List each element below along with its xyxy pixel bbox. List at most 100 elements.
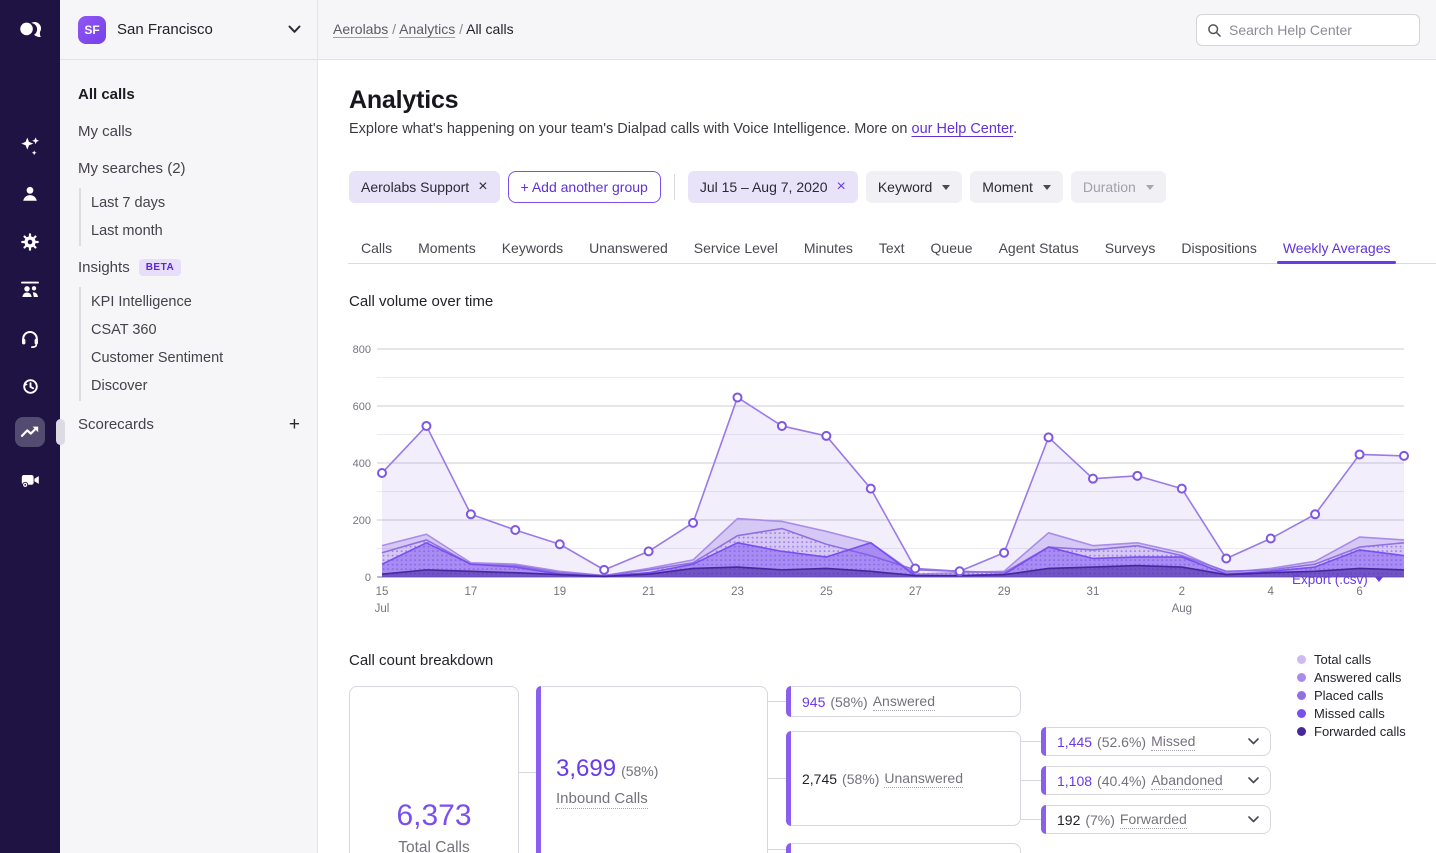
svg-text:4: 4: [1267, 586, 1274, 598]
call-volume-chart: 800600400200015Jul17192123252729312Aug46: [346, 338, 1412, 620]
caret-down-icon: [1146, 185, 1154, 190]
inbound-calls-card: 3,699(58%) Inbound Calls: [536, 686, 768, 853]
tab-unanswered[interactable]: Unanswered: [576, 235, 681, 263]
forwarded-card[interactable]: 192(7%)Forwarded: [1041, 805, 1271, 834]
topbar: Aerolabs / Analytics / All calls: [318, 0, 1436, 60]
tab-minutes[interactable]: Minutes: [791, 235, 866, 263]
svg-text:2: 2: [1179, 586, 1185, 598]
sidebar-item-discover[interactable]: Discover: [81, 372, 317, 400]
callbacks-card: 9(0.2%)Callbacks Requested: [786, 843, 1021, 853]
total-calls-value: 6,373: [350, 799, 518, 833]
missed-label[interactable]: Missed: [1151, 733, 1195, 751]
breadcrumb-link-aerolabs[interactable]: Aerolabs: [333, 21, 388, 37]
chevron-down-icon[interactable]: [1248, 816, 1259, 823]
sidebar-item-all-calls[interactable]: All calls: [60, 76, 317, 113]
breadcrumb-link-analytics[interactable]: Analytics: [399, 21, 455, 37]
ai-sparkles-icon[interactable]: [15, 131, 45, 161]
search-icon: [1207, 23, 1222, 38]
contacts-icon[interactable]: [15, 179, 45, 209]
analytics-trending-icon[interactable]: [15, 417, 45, 447]
date-range-chip[interactable]: Jul 15 – Aug 7, 2020 ×: [688, 171, 858, 203]
legend-dot-icon: [1297, 655, 1306, 664]
chevron-down-icon: [288, 25, 301, 34]
forwarded-label[interactable]: Forwarded: [1120, 811, 1187, 829]
missed-card[interactable]: 1,445(52.6%)Missed: [1041, 727, 1271, 756]
search-input[interactable]: [1229, 22, 1399, 38]
caret-down-icon: [942, 185, 950, 190]
support-headset-icon[interactable]: [15, 323, 45, 353]
chevron-down-icon[interactable]: [1248, 777, 1259, 784]
dialpad-logo-icon[interactable]: [17, 17, 43, 43]
legend-item-forwarded-calls: Forwarded calls: [1297, 722, 1406, 740]
sidebar-nav: All calls My calls My searches (2) Last …: [60, 60, 317, 443]
tab-moments[interactable]: Moments: [405, 235, 489, 263]
tab-queue[interactable]: Queue: [918, 235, 986, 263]
svg-text:Aug: Aug: [1172, 603, 1192, 615]
page-description: Explore what's happening on your team's …: [349, 121, 1017, 137]
svg-text:200: 200: [353, 515, 371, 527]
tab-surveys[interactable]: Surveys: [1092, 235, 1169, 263]
office-switcher[interactable]: SF San Francisco: [60, 0, 317, 60]
keyword-filter-dropdown[interactable]: Keyword: [866, 171, 962, 203]
sidebar-item-my-searches[interactable]: My searches (2): [60, 150, 317, 187]
settings-gear-icon[interactable]: [15, 227, 45, 257]
connector: [768, 778, 786, 779]
tab-dispositions[interactable]: Dispositions: [1168, 235, 1269, 263]
tab-service-level[interactable]: Service Level: [681, 235, 791, 263]
tab-text[interactable]: Text: [866, 235, 918, 263]
abandoned-card[interactable]: 1,108(40.4%)Abandoned: [1041, 766, 1271, 795]
answered-card: 945(58%)Answered: [786, 686, 1021, 717]
sidebar-item-last-month[interactable]: Last month: [81, 217, 317, 245]
team-icon[interactable]: [15, 275, 45, 305]
connector: [1021, 819, 1041, 820]
unanswered-label[interactable]: Unanswered: [884, 770, 963, 788]
sidebar-item-insights[interactable]: Insights BETA: [60, 249, 317, 286]
breadcrumb-current: All calls: [466, 21, 513, 37]
export-csv-link[interactable]: Export (.csv): [1292, 572, 1383, 587]
sidebar-item-kpi-intelligence[interactable]: KPI Intelligence: [81, 288, 317, 316]
help-search[interactable]: [1196, 14, 1420, 46]
svg-text:0: 0: [365, 572, 371, 584]
unanswered-card: 2,745(58%)Unanswered: [786, 731, 1021, 826]
office-avatar: SF: [78, 16, 106, 44]
tab-calls[interactable]: Calls: [348, 235, 405, 263]
inbound-calls-label[interactable]: Inbound Calls: [556, 790, 648, 809]
svg-text:800: 800: [353, 344, 371, 356]
svg-text:17: 17: [464, 586, 477, 598]
sidebar-item-last-7-days[interactable]: Last 7 days: [81, 189, 317, 217]
add-group-button[interactable]: + Add another group: [508, 171, 661, 203]
filter-bar: Aerolabs Support × + Add another group J…: [349, 171, 1166, 203]
sidebar-item-csat-360[interactable]: CSAT 360: [81, 316, 317, 344]
answered-label[interactable]: Answered: [873, 693, 935, 711]
legend-dot-icon: [1297, 709, 1306, 718]
inbound-calls-value: 3,699: [556, 755, 616, 782]
sidebar-item-customer-sentiment[interactable]: Customer Sentiment: [81, 344, 317, 372]
sidebar-item-scorecards[interactable]: Scorecards +: [60, 406, 317, 443]
remove-group-icon[interactable]: ×: [478, 179, 487, 195]
sidebar-item-my-calls[interactable]: My calls: [60, 113, 317, 150]
abandoned-label[interactable]: Abandoned: [1151, 772, 1223, 790]
total-calls-label[interactable]: Total Calls: [398, 839, 470, 853]
history-icon[interactable]: [15, 371, 45, 401]
connector: [519, 772, 536, 773]
duration-filter-dropdown[interactable]: Duration: [1071, 171, 1166, 203]
svg-text:29: 29: [998, 586, 1011, 598]
moment-filter-dropdown[interactable]: Moment: [970, 171, 1063, 203]
chevron-down-icon[interactable]: [1248, 738, 1259, 745]
tab-keywords[interactable]: Keywords: [489, 235, 576, 263]
active-rail-notch: [56, 419, 65, 445]
svg-text:15: 15: [376, 586, 389, 598]
add-scorecard-icon[interactable]: +: [289, 417, 300, 433]
svg-text:25: 25: [820, 586, 833, 598]
breakdown-section-title: Call count breakdown: [349, 652, 493, 669]
tab-weekly-averages[interactable]: Weekly Averages: [1270, 235, 1404, 263]
legend-item-total-calls: Total calls: [1297, 650, 1406, 668]
legend-dot-icon: [1297, 691, 1306, 700]
saved-searches-group: Last 7 days Last month: [79, 188, 317, 246]
group-filter-chip[interactable]: Aerolabs Support ×: [349, 171, 500, 203]
tab-agent-status[interactable]: Agent Status: [986, 235, 1092, 263]
help-center-link[interactable]: our Help Center: [912, 121, 1014, 137]
insights-group: KPI Intelligence CSAT 360 Customer Senti…: [79, 287, 317, 401]
meetings-video-icon[interactable]: [15, 465, 45, 495]
remove-date-icon[interactable]: ×: [836, 179, 845, 195]
